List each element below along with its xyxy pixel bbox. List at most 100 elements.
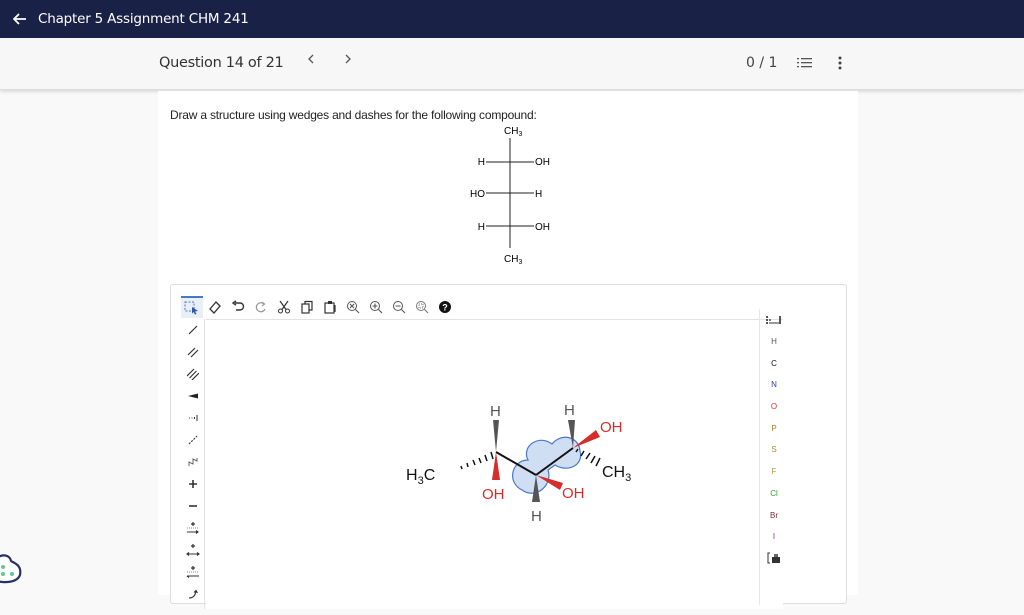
equilibrium-arrow-tool[interactable] [181, 539, 205, 561]
single-bond-tool[interactable] [181, 319, 205, 341]
wedge-bond-tool[interactable] [181, 385, 205, 407]
negative-charge-tool[interactable] [181, 495, 205, 517]
assistant-mascot-icon [0, 554, 22, 584]
label-c2-h: H [490, 403, 501, 420]
resonance-arrow-tool[interactable] [181, 561, 205, 583]
copy-icon [301, 300, 313, 314]
label-c4-oh: OH [600, 419, 623, 436]
element-N-button[interactable]: N [760, 374, 788, 396]
element-O-button[interactable]: O [760, 396, 788, 418]
fischer-row1-right: OH [535, 157, 550, 168]
fischer-row1-left: H [478, 157, 485, 168]
editor-left-toolbar [181, 319, 205, 609]
template-icon [767, 552, 780, 564]
label-ch3: CH3 [602, 464, 631, 484]
erase-tool[interactable] [204, 296, 226, 318]
app-header: Chapter 5 Assignment CHM 241 [0, 0, 1024, 38]
fischer-row3-right: OH [535, 222, 550, 233]
label-c4-h: H [564, 402, 575, 419]
undo-icon [231, 300, 245, 311]
fischer-projection: CH3 H OH HO H H OH CH3 [470, 126, 550, 266]
element-Br-button[interactable]: Br [760, 504, 788, 526]
molecule-editor: ? H3C H OH H OH H OH CH3 H C N O P S F C… [170, 284, 847, 609]
positive-charge-tool[interactable] [181, 473, 205, 495]
element-H-label: H [771, 337, 777, 347]
question-bar: Question 14 of 21 0 / 1 [0, 38, 1024, 90]
chevron-left-icon [308, 54, 314, 64]
question-card: Draw a structure using wedges and dashes… [158, 91, 858, 609]
back-button[interactable] [2, 0, 38, 38]
molecule-drawing: H3C H OH H OH H OH CH3 [406, 402, 631, 525]
copy-tool[interactable] [296, 296, 318, 318]
resonance-arrow-icon [186, 566, 199, 578]
reaction-arrow-icon [187, 522, 199, 534]
fischer-row2-left: HO [470, 189, 485, 200]
drawing-canvas[interactable]: H3C H OH H OH H OH CH3 [206, 319, 783, 609]
periodic-table-button[interactable] [760, 309, 788, 331]
select-icon [184, 301, 198, 315]
triple-bond-tool[interactable] [181, 363, 205, 385]
periodic-table-icon [766, 315, 781, 324]
svg-text:?: ? [442, 303, 448, 313]
select-tool[interactable] [181, 296, 203, 318]
element-O-label: O [770, 402, 778, 412]
undo-tool[interactable] [227, 296, 249, 318]
zoom-fit-tool[interactable] [411, 296, 433, 318]
paste-icon [324, 301, 336, 314]
zoom-in-icon [370, 301, 383, 314]
wedge-bond-icon [188, 393, 198, 399]
assistant-launcher[interactable] [0, 553, 24, 587]
element-I-label: I [772, 532, 776, 542]
plus-icon [189, 480, 197, 488]
eraser-icon [209, 301, 221, 314]
fischer-row3-left: H [478, 222, 485, 233]
element-S-label: S [771, 445, 777, 455]
zoom-reset-icon [347, 301, 360, 314]
zoom-out-icon [393, 301, 406, 314]
dashed-bond-icon [188, 435, 198, 445]
reaction-arrow-tool[interactable] [181, 517, 205, 539]
fischer-row2-right: H [535, 189, 542, 200]
element-C-label: C [771, 358, 777, 368]
element-P-button[interactable]: P [760, 417, 788, 439]
chevron-right-icon [345, 54, 351, 64]
arrow-left-icon [12, 13, 26, 25]
element-P-label: P [771, 423, 777, 433]
chain-icon [188, 458, 198, 466]
redo-icon [255, 301, 266, 313]
help-tool[interactable]: ? [434, 296, 456, 318]
curved-arrow-tool[interactable] [181, 583, 205, 605]
redo-tool[interactable] [250, 296, 272, 318]
element-S-button[interactable]: S [760, 439, 788, 461]
dash-bond-c1 [460, 451, 494, 470]
zoom-reset-tool[interactable] [342, 296, 364, 318]
chain-tool[interactable] [181, 451, 205, 473]
fischer-bottom-label: CH3 [504, 254, 522, 266]
element-H-button[interactable]: H [760, 331, 788, 353]
more-options-button[interactable] [835, 55, 845, 71]
dashed-bond-tool[interactable] [181, 429, 205, 451]
zoom-in-tool[interactable] [365, 296, 387, 318]
element-C-button[interactable]: C [760, 352, 788, 374]
equilibrium-arrow-icon [186, 544, 200, 556]
editor-element-toolbar: H C N O P S F Cl Br I [759, 309, 789, 605]
dash-bond-icon [189, 415, 198, 421]
paste-tool[interactable] [319, 296, 341, 318]
previous-question-button[interactable] [306, 52, 316, 70]
assignment-title: Chapter 5 Assignment CHM 241 [38, 11, 249, 27]
label-c3-h: H [531, 508, 542, 525]
zoom-out-tool[interactable] [388, 296, 410, 318]
element-F-button[interactable]: F [760, 461, 788, 483]
element-Cl-label: Cl [770, 488, 778, 498]
numbered-list-icon [797, 58, 812, 68]
cut-tool[interactable] [273, 296, 295, 318]
next-question-button[interactable] [343, 52, 353, 70]
dash-bond-tool[interactable] [181, 407, 205, 429]
element-I-button[interactable]: I [760, 526, 788, 548]
template-button[interactable] [760, 548, 788, 570]
question-list-button[interactable] [797, 56, 813, 70]
double-bond-tool[interactable] [181, 341, 205, 363]
curved-arrow-icon [188, 589, 198, 599]
element-Cl-button[interactable]: Cl [760, 483, 788, 505]
minus-icon [189, 505, 197, 507]
